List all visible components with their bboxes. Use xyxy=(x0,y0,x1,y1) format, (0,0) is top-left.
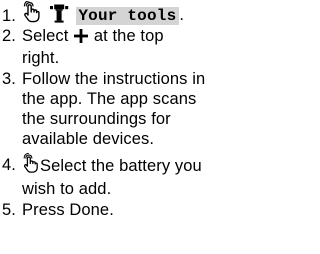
step-2-suffix: at the top xyxy=(89,27,164,45)
tap-gesture-icon xyxy=(22,152,40,179)
tap-gesture-icon xyxy=(22,0,42,28)
step-3-line: the surroundings for xyxy=(22,110,171,128)
step-3-line: available devices. xyxy=(22,130,155,148)
step-2-line2: right. xyxy=(22,49,60,67)
toolbox-icon xyxy=(49,3,69,28)
step-number: 2. xyxy=(2,27,16,45)
step-3-line: the app. The app scans xyxy=(22,90,197,108)
your-tools-label: Your tools xyxy=(76,7,180,25)
step-4-line2: wish to add. xyxy=(22,180,112,198)
step-1-period: . xyxy=(179,6,185,24)
step-number: 4. xyxy=(2,156,16,174)
step-5-text: Press Done. xyxy=(22,201,114,219)
step-3-line: Follow the instructions in xyxy=(22,70,206,88)
step-2-prefix: Select xyxy=(22,27,74,45)
step-4-line1: Select the battery you xyxy=(40,157,202,175)
plus-icon xyxy=(74,28,89,48)
step-number: 3. xyxy=(2,70,16,88)
step-number: 5. xyxy=(2,201,16,219)
step-number: 1. xyxy=(2,7,16,25)
